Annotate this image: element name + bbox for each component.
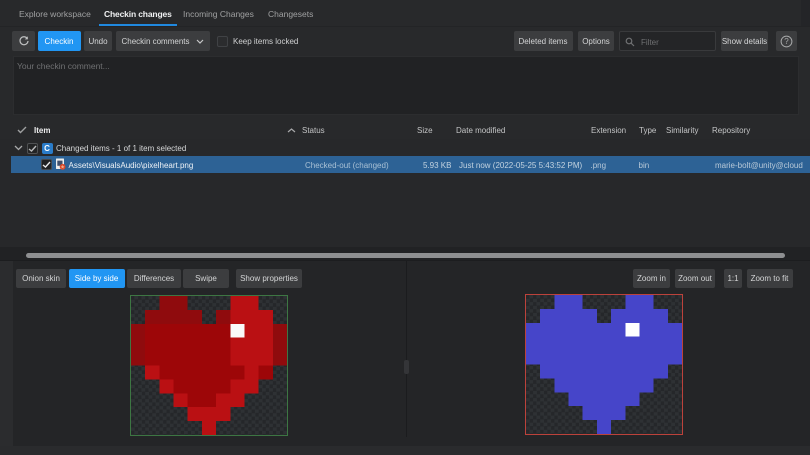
svg-text:?: ? <box>784 37 789 46</box>
